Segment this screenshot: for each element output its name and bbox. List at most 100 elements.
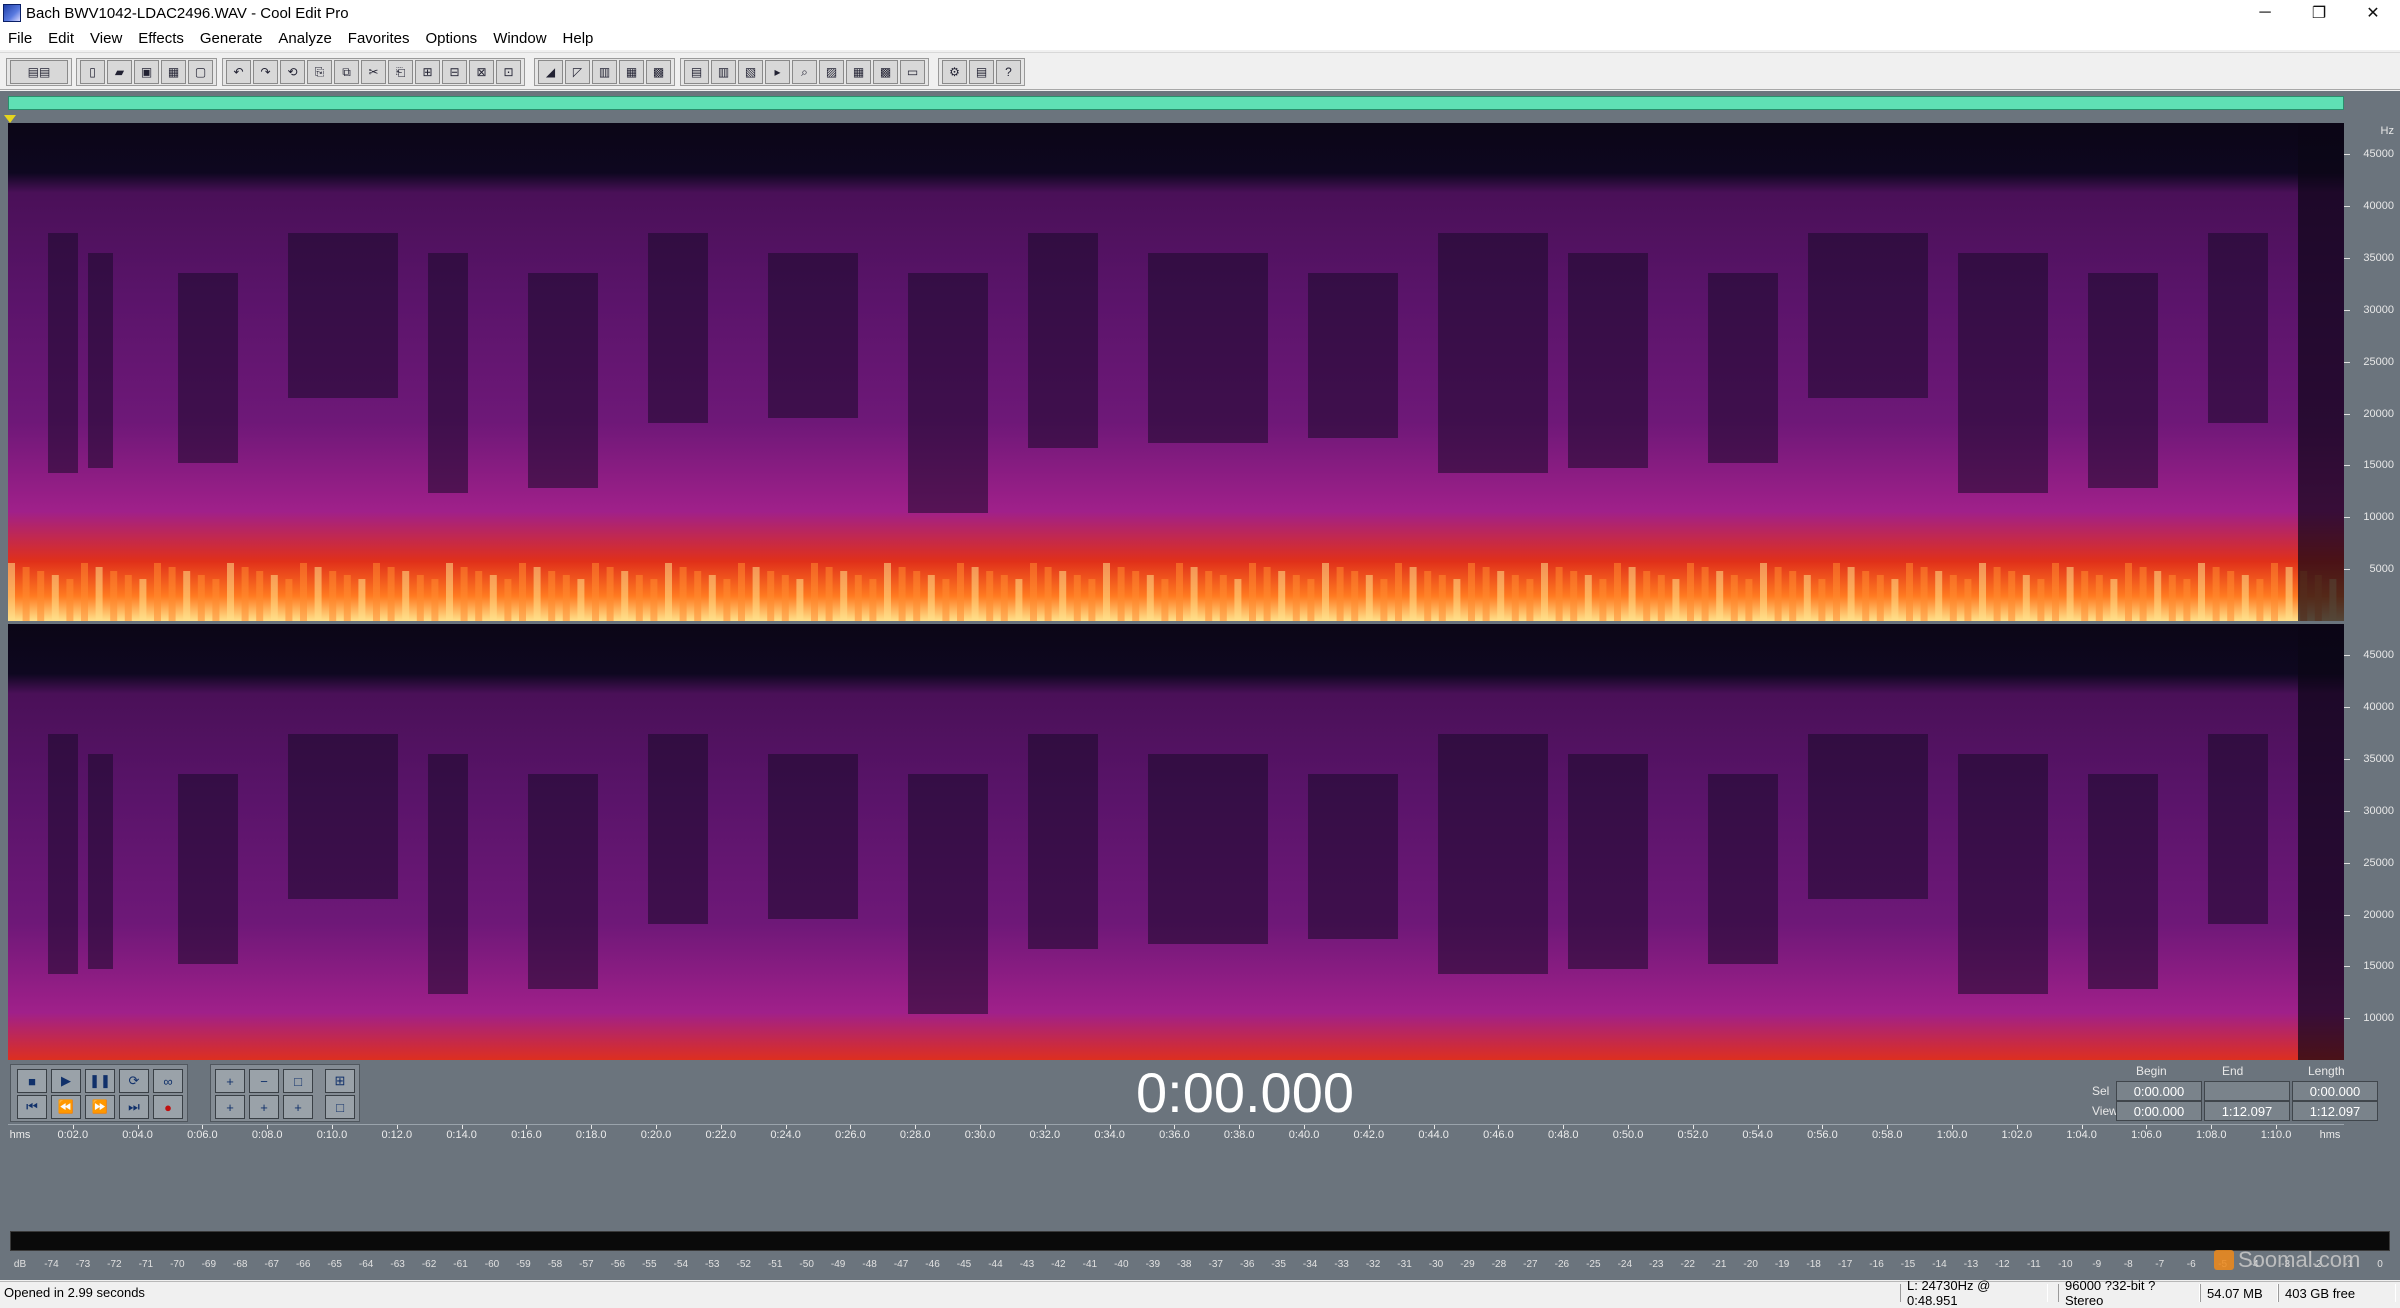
spectral-pan-icon[interactable]: ▥ (592, 60, 617, 84)
fast-forward-button[interactable]: ⏩ (85, 1095, 115, 1119)
zoom-left-icon[interactable]: + (215, 1095, 245, 1119)
help-icon[interactable]: ? (996, 60, 1021, 84)
mix-paste-icon[interactable]: ⊟ (442, 60, 467, 84)
spectral-energy (358, 579, 366, 621)
overview-range-bar[interactable] (8, 96, 2344, 110)
zoom-icon-tb[interactable]: ⌕ (792, 60, 817, 84)
menu-view[interactable]: View (82, 30, 130, 47)
play-button[interactable]: ▶ (51, 1069, 81, 1093)
loop-button[interactable]: ∞ (153, 1069, 183, 1093)
copy-new-icon[interactable]: ⧉ (334, 60, 359, 84)
hz-tick-mark (2344, 966, 2350, 968)
view-length-field[interactable]: 1:12.097 (2292, 1101, 2378, 1121)
menu-help[interactable]: Help (555, 30, 602, 47)
view-begin-field[interactable]: 0:00.000 (2116, 1101, 2202, 1121)
zoom-in-icon[interactable]: + (215, 1069, 245, 1093)
spectral-display-icon[interactable]: ▩ (646, 60, 671, 84)
info-icon[interactable]: ▭ (900, 60, 925, 84)
sel-end-field[interactable] (2204, 1081, 2290, 1101)
redo-icon[interactable]: ↷ (253, 60, 278, 84)
scripts-icon[interactable]: ▤ (969, 60, 994, 84)
save-file-icon[interactable]: ▣ (134, 60, 159, 84)
menu-options[interactable]: Options (417, 30, 485, 47)
spectrogram-left-channel[interactable] (8, 123, 2344, 621)
spectral-energy (1438, 575, 1446, 621)
rewind-button[interactable]: ⏪ (51, 1095, 81, 1119)
spectral-energy (971, 567, 979, 621)
menu-analyze[interactable]: Analyze (270, 30, 339, 47)
save-as-icon[interactable]: ▦ (161, 60, 186, 84)
copy-icon[interactable]: ⎘ (307, 60, 332, 84)
spectral-energy (1336, 567, 1344, 621)
menu-bar: File Edit View Effects Generate Analyze … (0, 26, 2400, 50)
menu-file[interactable]: File (0, 30, 40, 47)
minimize-button[interactable]: ─ (2238, 0, 2292, 26)
cut-icon[interactable]: ✂ (361, 60, 386, 84)
grid-icon[interactable]: ▦ (846, 60, 871, 84)
menu-generate[interactable]: Generate (192, 30, 271, 47)
sel-begin-field[interactable]: 0:00.000 (2116, 1081, 2202, 1101)
time-tick-label: 0:50.0 (1612, 1129, 1644, 1141)
zoom-right-icon[interactable]: + (249, 1095, 279, 1119)
restore-button[interactable]: ❐ (2292, 0, 2346, 26)
db-scale-label: -71 (138, 1259, 154, 1270)
undo-icon[interactable]: ↶ (226, 60, 251, 84)
paste-icon[interactable]: ⎗ (388, 60, 413, 84)
record-button[interactable]: ● (153, 1095, 183, 1119)
time-tick-label: 1:06.0 (2131, 1129, 2162, 1141)
close-file-icon[interactable]: ▢ (188, 60, 213, 84)
open-file-icon[interactable]: ▰ (107, 60, 132, 84)
multitrack-toggle-icon[interactable]: ▤▤ (10, 60, 68, 84)
time-tick-label: 0:08.0 (251, 1129, 283, 1141)
spectral-energy (300, 563, 307, 621)
spectral-energy (1906, 563, 1913, 621)
play-cursor-marker[interactable] (4, 115, 16, 123)
menu-edit[interactable]: Edit (40, 30, 82, 47)
zoom-full-icon[interactable]: □ (283, 1069, 313, 1093)
spectral-energy (1614, 563, 1621, 621)
play-to-end-button[interactable]: ⟳ (119, 1069, 149, 1093)
spectral-energy (110, 571, 118, 621)
close-button[interactable]: ✕ (2346, 0, 2400, 26)
settings-icon[interactable]: ⚙ (942, 60, 967, 84)
zoom-selection-icon[interactable]: ⊞ (325, 1069, 355, 1093)
spectral-phase-icon[interactable]: ▦ (619, 60, 644, 84)
pause-button[interactable]: ❚❚ (85, 1069, 115, 1093)
stop-button[interactable]: ■ (17, 1069, 47, 1093)
sel-length-field[interactable]: 0:00.000 (2292, 1081, 2378, 1101)
counter-icon[interactable]: ▨ (819, 60, 844, 84)
crop-icon[interactable]: ⊡ (496, 60, 521, 84)
menu-window[interactable]: Window (485, 30, 554, 47)
zoom-out-icon[interactable]: − (249, 1069, 279, 1093)
level-meter-scale: dB -74 -73 -72 -71 -70 -69 -68 -67 -66 -65 -64 -63 -6… (10, 1253, 2390, 1277)
hz-tick-label: 40000 (2363, 701, 2394, 713)
spectrogram-right-channel[interactable] (8, 624, 2344, 1122)
hz-tick-label: 45000 (2363, 649, 2394, 662)
menu-favorites[interactable]: Favorites (340, 30, 418, 47)
waveform-view-icon[interactable]: ◢ (538, 60, 563, 84)
view-end-field[interactable]: 1:12.097 (2204, 1101, 2290, 1121)
time-ruler[interactable]: hms hms 0:02.0 0:04.0 0:06.0 0:08.0 0:10.0 0:… (8, 1124, 2344, 1146)
meter-icon[interactable]: ▩ (873, 60, 898, 84)
zoom-vertical-icon[interactable]: + (283, 1095, 313, 1119)
menu-effects[interactable]: Effects (130, 30, 192, 47)
new-file-icon[interactable]: ▯ (80, 60, 105, 84)
trim-icon[interactable]: ⊠ (469, 60, 494, 84)
repeat-icon[interactable]: ⟲ (280, 60, 305, 84)
go-start-button[interactable]: ⏮ (17, 1095, 47, 1119)
go-end-button[interactable]: ⏭ (119, 1095, 149, 1119)
hz-tick-mark (2344, 914, 2350, 916)
spectral-energy (1030, 563, 1037, 621)
zoom-reset-icon[interactable]: □ (325, 1095, 355, 1119)
spectral-energy (1789, 571, 1797, 621)
playlist-icon[interactable]: ▧ (738, 60, 763, 84)
paste-new-icon[interactable]: ⊞ (415, 60, 440, 84)
play-icon-tb[interactable]: ▸ (765, 60, 790, 84)
spectral-energy (898, 567, 906, 621)
marker-icon[interactable]: ▤ (684, 60, 709, 84)
spectral-energy (1205, 571, 1213, 621)
cue-list-icon[interactable]: ▥ (711, 60, 736, 84)
db-scale-label: -67 (264, 1259, 279, 1270)
spectral-view-icon[interactable]: ◸ (565, 60, 590, 84)
spectral-energy (1088, 579, 1096, 621)
